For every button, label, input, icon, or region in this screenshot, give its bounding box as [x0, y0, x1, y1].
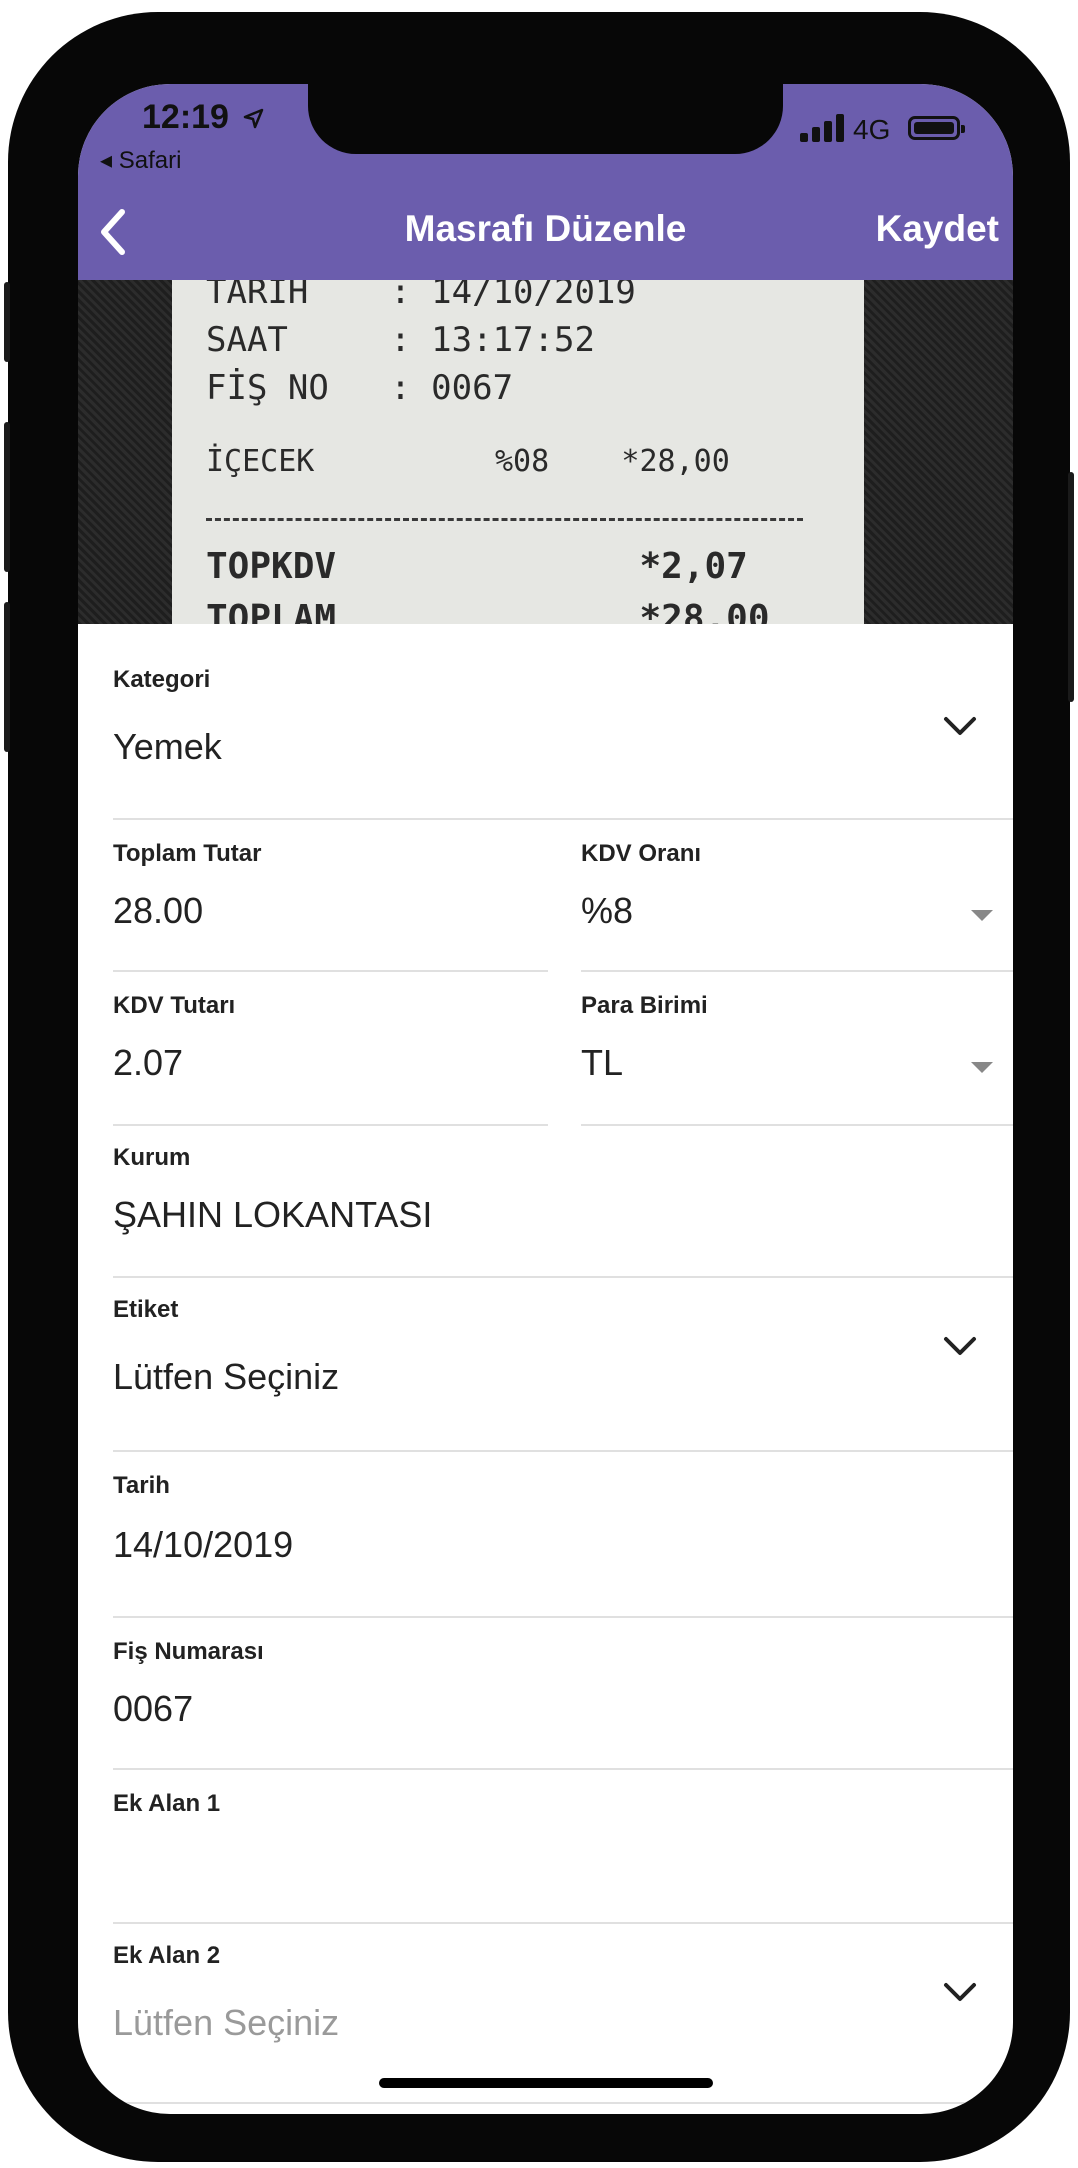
- receipt-line: TARİH : 14/10/2019: [206, 280, 636, 312]
- receipt-image[interactable]: TARİH : 14/10/2019 SAAT : 13:17:52 FİŞ N…: [78, 280, 1013, 624]
- extra-field-2-placeholder: Lütfen Seçiniz: [113, 2002, 340, 2043]
- phone-frame: 12:19 ◂ Safari 4G Masrafı Düzenle Kaydet…: [4, 12, 1074, 2162]
- time-text: 12:19: [142, 98, 229, 136]
- receipt-line: TOPLAM *28,00: [206, 598, 770, 624]
- status-time: 12:19: [142, 98, 264, 137]
- category-label: Kategori: [113, 666, 211, 693]
- battery-icon: [908, 116, 965, 140]
- receipt-number-field[interactable]: Fiş Numarası 0067: [113, 1638, 1013, 1770]
- power-button: [1068, 472, 1074, 702]
- vat-amount-label: KDV Tutarı: [113, 992, 236, 1019]
- vat-rate-select[interactable]: KDV Oranı %8: [581, 840, 1013, 972]
- page-title: Masrafı Düzenle: [404, 208, 687, 249]
- notch: [308, 84, 783, 154]
- vat-rate-value: %8: [581, 890, 634, 931]
- vat-amount-field[interactable]: KDV Tutarı 2.07: [113, 992, 548, 1126]
- category-select[interactable]: Kategori Yemek: [113, 666, 1013, 820]
- tag-label: Etiket: [113, 1296, 179, 1323]
- back-to-safari[interactable]: ◂ Safari: [100, 146, 181, 175]
- receipt-line: TOPKDV *2,07: [206, 546, 748, 587]
- chevron-down-icon: [944, 717, 976, 735]
- screen: 12:19 ◂ Safari 4G Masrafı Düzenle Kaydet…: [78, 84, 1013, 2114]
- chevron-down-icon: [944, 1337, 976, 1355]
- currency-value: TL: [581, 1042, 624, 1083]
- receipt-divider: [206, 518, 803, 521]
- volume-up-button: [4, 422, 10, 572]
- location-arrow-icon: [244, 108, 264, 129]
- mute-switch: [4, 282, 10, 362]
- tag-select[interactable]: Etiket Lütfen Seçiniz: [113, 1296, 1013, 1452]
- total-amount-label: Toplam Tutar: [113, 840, 262, 867]
- receipt-line: SAAT : 13:17:52: [206, 320, 595, 360]
- total-amount-value: 28.00: [113, 890, 204, 931]
- date-value: 14/10/2019: [113, 1524, 294, 1565]
- date-field[interactable]: Tarih 14/10/2019: [113, 1472, 1013, 1618]
- receipt-line: FİŞ NO : 0067: [206, 368, 514, 408]
- chevron-down-icon: [944, 1983, 976, 2001]
- company-value: ŞAHIN LOKANTASI: [113, 1194, 433, 1235]
- save-button[interactable]: Kaydet: [876, 208, 999, 250]
- receipt-line: İÇECEK %08 *28,00: [206, 444, 730, 479]
- receipt-number-value: 0067: [113, 1688, 194, 1729]
- extra-field-2-label: Ek Alan 2: [113, 1942, 221, 1969]
- dropdown-caret-icon: [971, 1062, 993, 1073]
- volume-down-button: [4, 602, 10, 752]
- category-value: Yemek: [113, 726, 222, 767]
- extra-field-1[interactable]: Ek Alan 1: [113, 1790, 1013, 1924]
- currency-select[interactable]: Para Birimi TL: [581, 992, 1013, 1126]
- vat-amount-value: 2.07: [113, 1042, 184, 1083]
- vat-rate-label: KDV Oranı: [581, 840, 702, 867]
- tag-value: Lütfen Seçiniz: [113, 1356, 340, 1397]
- extra-field-1-label: Ek Alan 1: [113, 1790, 221, 1817]
- receipt-number-label: Fiş Numarası: [113, 1638, 264, 1665]
- signal-icon: [800, 114, 844, 142]
- company-field[interactable]: Kurum ŞAHIN LOKANTASI: [113, 1144, 1013, 1278]
- header-bar: 12:19 ◂ Safari 4G Masrafı Düzenle Kaydet: [78, 84, 1013, 280]
- home-indicator[interactable]: [379, 2078, 713, 2088]
- company-label: Kurum: [113, 1144, 191, 1171]
- date-label: Tarih: [113, 1472, 170, 1499]
- network-type: 4G: [853, 114, 891, 145]
- currency-label: Para Birimi: [581, 992, 708, 1019]
- total-amount-field[interactable]: Toplam Tutar 28.00: [113, 840, 548, 972]
- dropdown-caret-icon: [971, 910, 993, 921]
